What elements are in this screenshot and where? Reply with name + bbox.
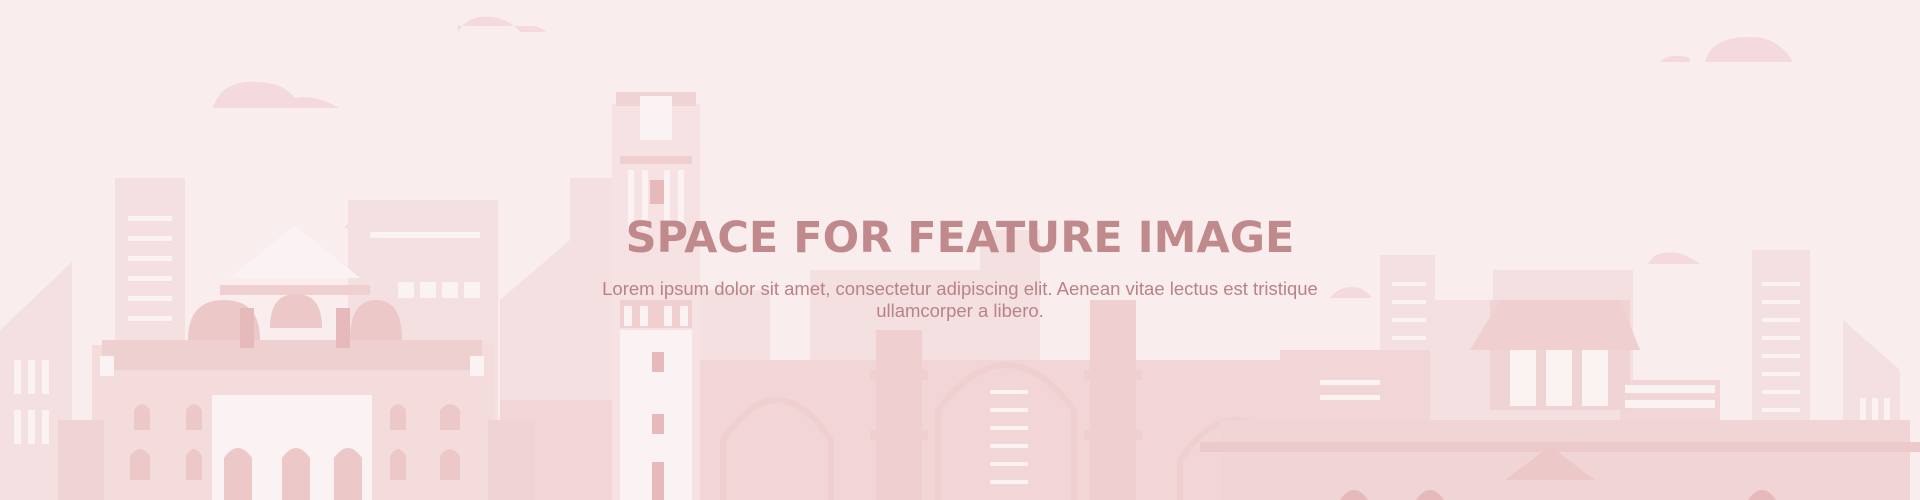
cloud — [213, 81, 339, 108]
feature-text: SPACE FOR FEATURE IMAGE Lorem ipsum dolo… — [0, 208, 1920, 322]
feature-title: SPACE FOR FEATURE IMAGE — [625, 213, 1295, 263]
cloud — [1660, 55, 1690, 62]
cloud — [1705, 37, 1793, 62]
cloud — [458, 16, 546, 32]
feature-subtitle: Lorem ipsum dolor sit amet, consectetur … — [602, 278, 1318, 321]
feature-banner: SPACE FOR FEATURE IMAGE Lorem ipsum dolo… — [0, 0, 1920, 500]
